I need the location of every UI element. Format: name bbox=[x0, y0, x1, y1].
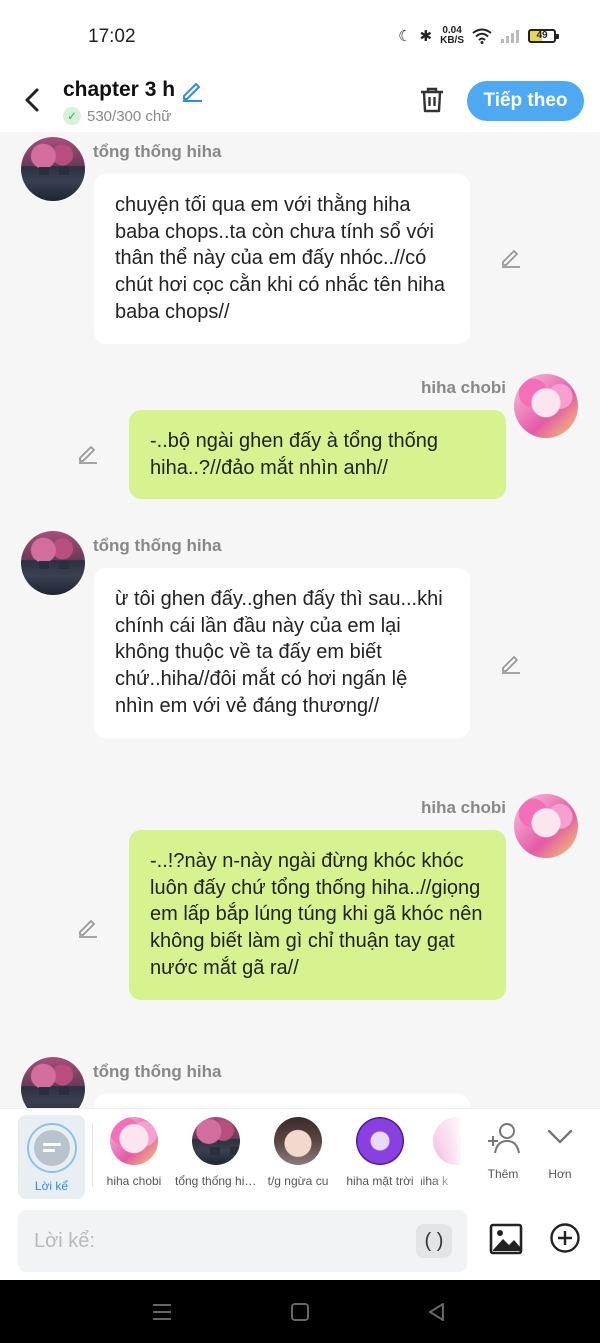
character-label: hiha chobi bbox=[106, 1174, 162, 1188]
sender-name: tổng thống hiha bbox=[93, 1062, 222, 1081]
back-button[interactable] bbox=[18, 82, 48, 118]
character-item[interactable]: hiha mặt trời bbox=[339, 1117, 421, 1197]
square-icon bbox=[291, 1303, 309, 1321]
insert-image-button[interactable] bbox=[489, 1222, 523, 1256]
system-nav-bar bbox=[0, 1280, 600, 1343]
add-button[interactable] bbox=[549, 1222, 581, 1254]
avatar bbox=[110, 1117, 158, 1165]
character-label: hiha mặt trời bbox=[346, 1174, 414, 1188]
narrator-icon bbox=[27, 1123, 77, 1173]
avatar[interactable] bbox=[21, 1057, 85, 1108]
chat-area[interactable]: tổng thống hiha chuyện tối qua em với th… bbox=[0, 132, 600, 1108]
sender-name: tổng thống hiha bbox=[93, 536, 222, 555]
home-button[interactable] bbox=[288, 1300, 312, 1324]
scroll-fade bbox=[432, 1109, 472, 1201]
message-bubble[interactable]: -..!?này n-này ngài đừng khóc khóc luôn … bbox=[129, 830, 506, 1000]
edit-message-button[interactable] bbox=[500, 246, 522, 268]
battery-icon: 49 bbox=[528, 29, 559, 43]
pencil-icon bbox=[502, 656, 520, 674]
word-count: ✓ 530/300 chữ bbox=[63, 107, 171, 125]
character-item[interactable]: t/g ngừa cu bbox=[257, 1117, 339, 1197]
network-speed-unit: KB/S bbox=[440, 35, 464, 46]
avatar[interactable] bbox=[21, 531, 85, 595]
avatar bbox=[274, 1117, 322, 1165]
add-person-icon bbox=[488, 1123, 520, 1154]
message-input[interactable] bbox=[18, 1210, 467, 1272]
do-not-disturb-icon: ☾ bbox=[398, 28, 412, 45]
character-item[interactable]: tổng thống hiha bbox=[175, 1117, 257, 1197]
status-icons: ☾ ✱ 0.04 KB/S 49 bbox=[398, 26, 559, 46]
chapter-title: chapter 3 h bbox=[63, 78, 176, 101]
status-time: 17:02 bbox=[88, 26, 136, 47]
sender-name: hiha chobi bbox=[421, 798, 506, 817]
network-speed: 0.04 KB/S bbox=[440, 26, 464, 46]
character-item[interactable]: hiha chobi bbox=[93, 1117, 175, 1197]
pencil-icon bbox=[79, 920, 97, 938]
avatar bbox=[192, 1117, 240, 1165]
edit-message-button[interactable] bbox=[77, 442, 99, 464]
pencil-icon bbox=[502, 250, 520, 268]
message-bubble[interactable]: chuyện tối qua em với thằng hiha baba ch… bbox=[94, 174, 470, 344]
edit-message-button[interactable] bbox=[77, 916, 99, 938]
message-bubble[interactable] bbox=[94, 1094, 470, 1108]
avatar[interactable] bbox=[514, 374, 578, 438]
trash-icon bbox=[421, 87, 443, 113]
chevron-down-icon bbox=[547, 1129, 573, 1144]
message-bubble[interactable]: -..bộ ngài ghen đấy à tổng thống hiha..?… bbox=[129, 410, 506, 500]
add-character-button[interactable]: Thêm bbox=[478, 1121, 528, 1191]
status-bar: 17:02 ☾ ✱ 0.04 KB/S 49 bbox=[0, 0, 600, 72]
bluetooth-icon: ✱ bbox=[419, 28, 433, 45]
message-bubble[interactable]: ừ tôi ghen đấy..ghen đấy thì sau...khi c… bbox=[94, 568, 470, 738]
delete-button[interactable] bbox=[418, 86, 446, 114]
image-icon bbox=[489, 1223, 523, 1255]
more-button[interactable]: Hơn bbox=[535, 1121, 585, 1191]
plus-circle-icon bbox=[550, 1223, 580, 1253]
add-character-label: Thêm bbox=[487, 1167, 519, 1181]
pencil-icon bbox=[183, 83, 202, 102]
sender-name: tổng thống hiha bbox=[93, 142, 222, 161]
editor-header: chapter 3 h ✓ 530/300 chữ Tiếp theo bbox=[0, 72, 600, 132]
character-label: tổng thống hiha bbox=[175, 1174, 257, 1188]
input-bar: ( ) bbox=[0, 1200, 600, 1280]
avatar bbox=[356, 1117, 404, 1165]
triangle-back-icon bbox=[429, 1303, 444, 1321]
narrator-label: Lời kể bbox=[34, 1179, 69, 1193]
menu-icon bbox=[153, 1304, 171, 1320]
word-count-text: 530/300 chữ bbox=[87, 107, 172, 125]
narrator-button[interactable]: Lời kể bbox=[18, 1115, 85, 1199]
character-bar: Lời kể hiha chobi tổng thống hiha t/g ng… bbox=[0, 1108, 600, 1201]
avatar[interactable] bbox=[514, 794, 578, 858]
wifi-icon bbox=[472, 28, 492, 44]
next-button[interactable]: Tiếp theo bbox=[467, 81, 584, 121]
edit-message-button[interactable] bbox=[500, 652, 522, 674]
back-nav-button[interactable] bbox=[425, 1300, 449, 1324]
parentheses-button[interactable]: ( ) bbox=[416, 1224, 452, 1258]
recent-apps-button[interactable] bbox=[150, 1300, 174, 1324]
more-label: Hơn bbox=[548, 1167, 572, 1181]
pencil-icon bbox=[79, 446, 97, 464]
signal-icon bbox=[501, 30, 519, 43]
character-label: t/g ngừa cu bbox=[267, 1174, 329, 1188]
check-icon: ✓ bbox=[63, 107, 81, 125]
edit-title-button[interactable] bbox=[180, 78, 204, 108]
avatar[interactable] bbox=[21, 137, 85, 201]
sender-name: hiha chobi bbox=[421, 378, 506, 397]
chevron-left-icon bbox=[25, 88, 39, 112]
